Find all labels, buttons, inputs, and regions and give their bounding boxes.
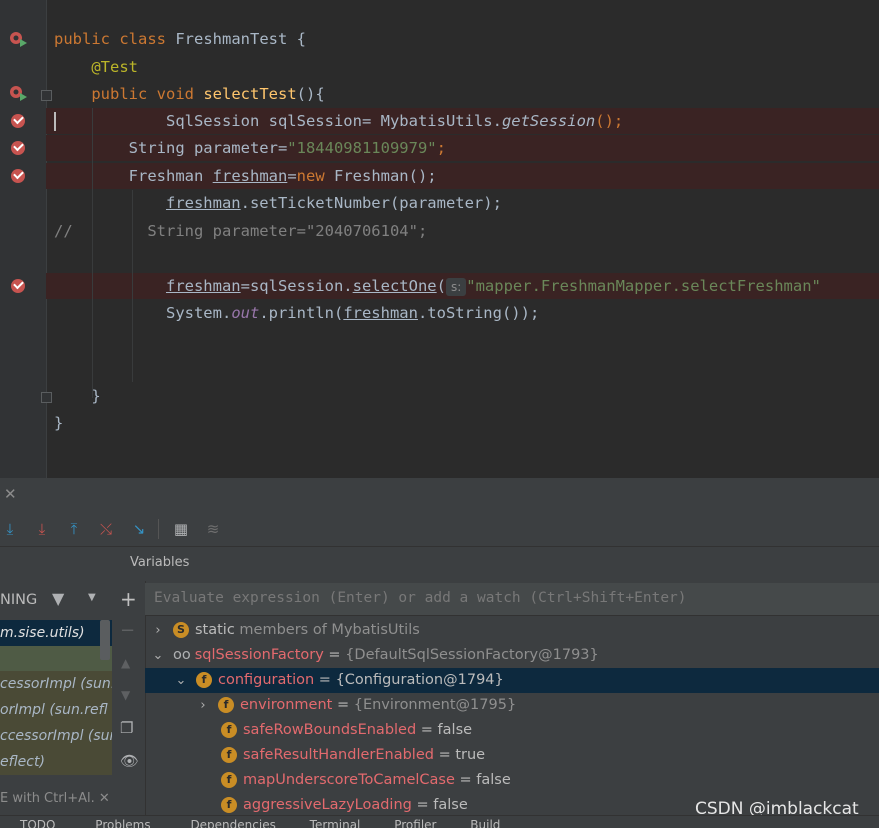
frame-item[interactable] bbox=[0, 646, 112, 671]
evaluate-expression-field[interactable]: Evaluate expression (Enter) or add a wat… bbox=[145, 583, 879, 616]
parameter-hint: s: bbox=[445, 277, 467, 296]
field-badge-icon: f bbox=[221, 772, 237, 788]
code-line-12[interactable]: } bbox=[54, 410, 63, 436]
frames-hint: E with Ctrl+Al. ✕ bbox=[0, 791, 110, 806]
step-into-icon[interactable]: ⤓ bbox=[32, 519, 52, 539]
code-line-6[interactable]: Freshman freshman=new Freshman(); bbox=[54, 163, 437, 189]
frame-item-selected[interactable]: m.sise.utils) bbox=[0, 620, 112, 646]
variable-row[interactable]: f safeRowBoundsEnabled = false bbox=[145, 718, 879, 743]
chevron-right-icon: › bbox=[200, 698, 206, 713]
code-line-7[interactable]: freshman.setTicketNumber(parameter); bbox=[54, 190, 502, 216]
variable-row-selected[interactable]: ⌄ f configuration = {Configuration@1794} bbox=[145, 668, 879, 693]
field-badge-icon: f bbox=[221, 747, 237, 763]
frame-item[interactable]: eflect) bbox=[0, 749, 112, 775]
step-out-icon[interactable]: ⤒ bbox=[64, 519, 84, 539]
run-test-method-icon[interactable] bbox=[9, 84, 29, 108]
fold-marker-icon[interactable] bbox=[41, 392, 52, 403]
variable-row[interactable]: f safeResultHandlerEnabled = true bbox=[145, 743, 879, 768]
copy-icon[interactable]: ❐ bbox=[120, 719, 133, 737]
chevron-down-icon: ⌄ bbox=[175, 673, 187, 688]
breakpoint-icon[interactable] bbox=[11, 141, 25, 155]
code-line-4[interactable]: SqlSession sqlSession= MybatisUtils.getS… bbox=[54, 108, 623, 134]
breakpoint-icon[interactable] bbox=[11, 169, 25, 183]
variables-title: Variables bbox=[130, 555, 190, 570]
close-tab-icon[interactable]: ✕ bbox=[4, 485, 17, 503]
field-badge-icon: f bbox=[218, 697, 234, 713]
chevron-down-icon: ⌄ bbox=[152, 648, 164, 663]
breakpoint-icon[interactable] bbox=[11, 114, 25, 128]
code-line-9[interactable]: freshman=sqlSession.selectOne(s: "mapper.… bbox=[54, 273, 821, 299]
scrollbar[interactable] bbox=[100, 620, 110, 660]
evaluate-placeholder: Evaluate expression (Enter) or add a wat… bbox=[154, 590, 687, 606]
code-line-1[interactable]: public class FreshmanTest { bbox=[54, 26, 306, 52]
code-line-3[interactable]: public void selectTest(){ bbox=[54, 81, 324, 107]
run-test-class-icon[interactable] bbox=[9, 30, 29, 54]
variable-row[interactable]: › f environment = {Environment@1795} bbox=[145, 693, 879, 718]
trace-icon[interactable]: ≋ bbox=[203, 519, 223, 539]
status-bar: TODO Problems Dependencies Terminal Prof… bbox=[0, 815, 879, 828]
frame-item[interactable]: orImpl (sun.refl bbox=[0, 697, 112, 723]
drop-frame-icon[interactable]: ⤯ bbox=[96, 519, 116, 539]
chevron-right-icon: › bbox=[155, 623, 161, 638]
code-line-5[interactable]: String parameter="18440981109979"; bbox=[54, 135, 446, 161]
code-line-8-comment[interactable]: // String parameter="2040706104"; bbox=[54, 218, 427, 244]
toolbar-separator bbox=[158, 519, 159, 539]
chevron-down-icon[interactable]: ▼ bbox=[88, 592, 96, 603]
move-down-icon[interactable]: ▼ bbox=[121, 688, 130, 702]
thread-selector[interactable]: NING bbox=[0, 586, 37, 614]
view-options-icon[interactable]: 👁 bbox=[120, 752, 139, 770]
field-badge-icon: f bbox=[196, 672, 212, 688]
code-line-2[interactable]: @Test bbox=[54, 54, 138, 80]
watch-glasses-icon: oo bbox=[173, 647, 191, 663]
code-line-11[interactable]: } bbox=[54, 383, 100, 409]
field-badge-icon: f bbox=[221, 797, 237, 813]
add-watch-icon[interactable]: + bbox=[120, 587, 137, 611]
frame-item[interactable]: cessorImpl (sun.refl bbox=[0, 671, 112, 697]
static-badge-icon: S bbox=[173, 622, 189, 638]
editor-gutter[interactable] bbox=[0, 0, 47, 478]
field-badge-icon: f bbox=[221, 722, 237, 738]
debug-tab-bar: ✕ bbox=[0, 478, 879, 513]
frame-item[interactable]: ccessorImpl (sun bbox=[0, 723, 112, 749]
variable-row[interactable]: ⌄ oo sqlSessionFactory = {DefaultSqlSessio… bbox=[145, 643, 879, 668]
step-over-icon[interactable]: ⤓ bbox=[0, 519, 20, 539]
move-up-icon[interactable]: ▲ bbox=[121, 656, 130, 670]
variable-row[interactable]: f mapUnderscoreToCamelCase = false bbox=[145, 768, 879, 793]
variable-row[interactable]: › Sstatic members of MybatisUtils bbox=[145, 618, 879, 643]
run-to-cursor-icon[interactable]: ↘ bbox=[129, 519, 149, 539]
evaluate-expression-icon[interactable]: ▦ bbox=[171, 519, 191, 539]
breakpoint-icon[interactable] bbox=[11, 279, 25, 293]
close-icon: ✕ bbox=[98, 791, 110, 806]
code-line-10[interactable]: System.out.println(freshman.toString()); bbox=[54, 300, 539, 326]
fold-marker-icon[interactable] bbox=[41, 90, 52, 101]
filter-icon[interactable]: ▼ bbox=[52, 589, 64, 608]
remove-watch-icon[interactable]: − bbox=[120, 620, 135, 641]
